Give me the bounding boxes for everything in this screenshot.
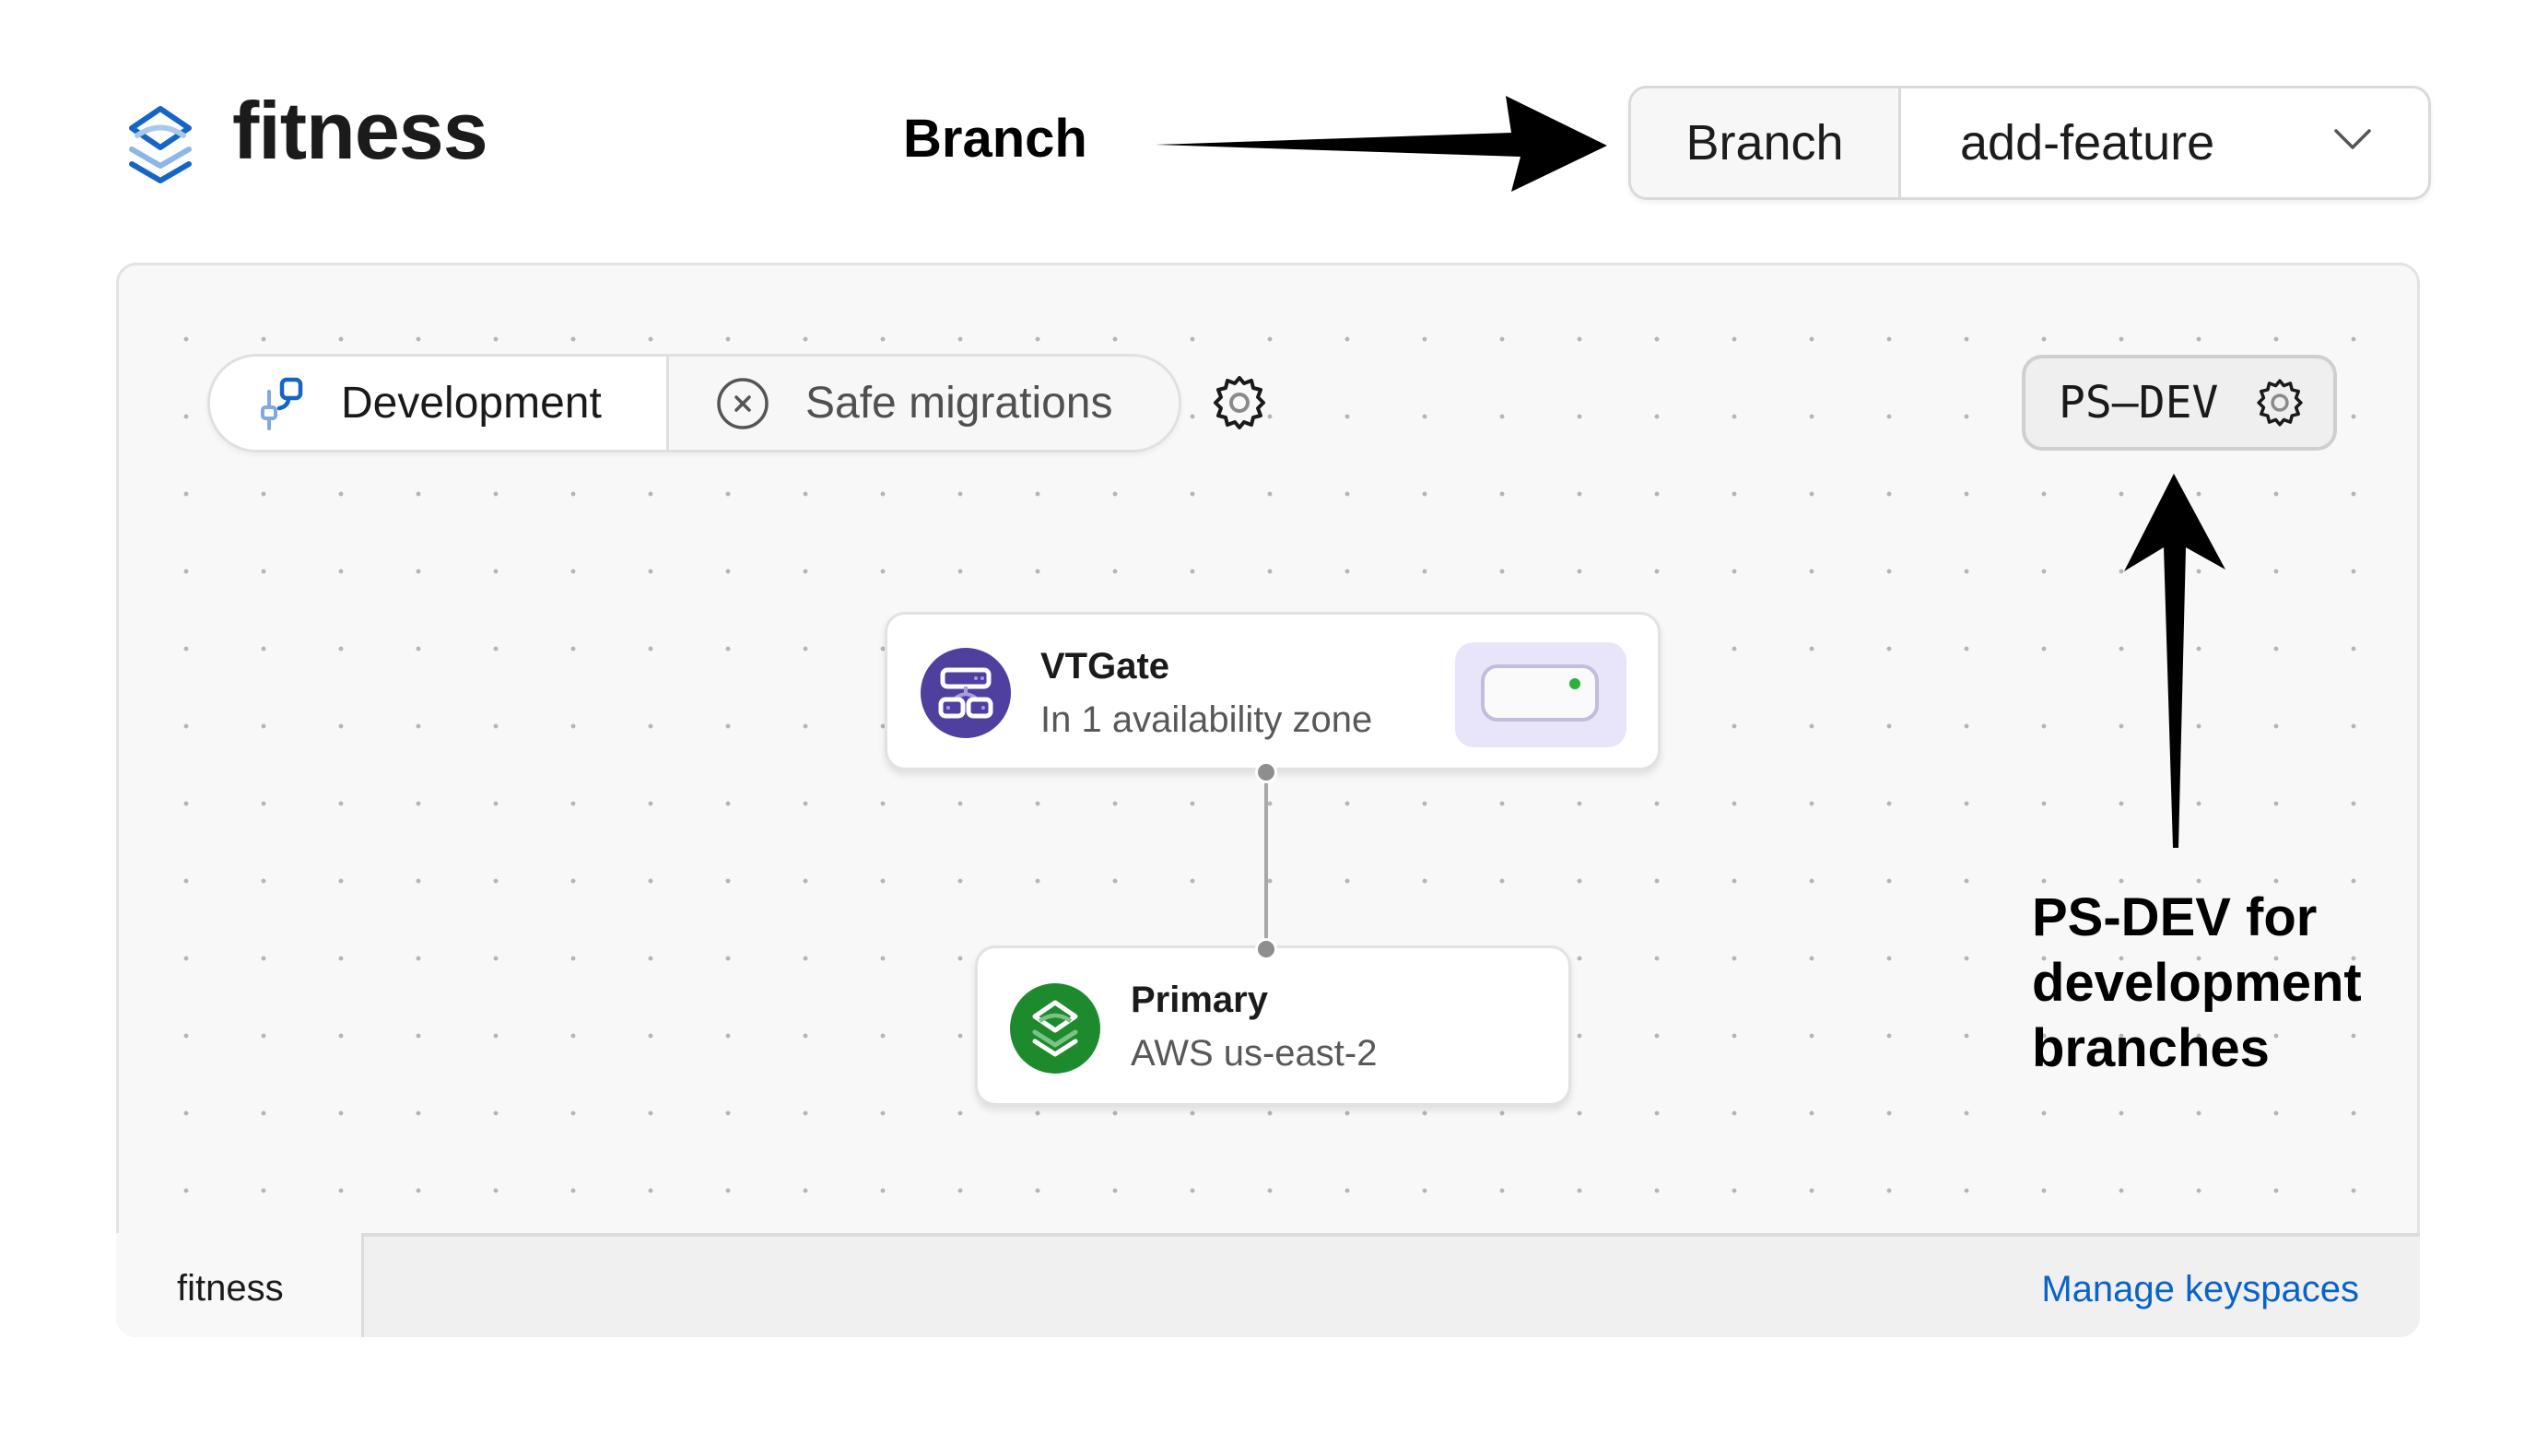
branch-icon	[261, 377, 303, 430]
mode-segmented-control: Development Safe migrations	[207, 354, 1181, 452]
branch-selector[interactable]: Branch add-feature	[1628, 86, 2431, 200]
branch-selector-label: Branch	[1631, 88, 1901, 197]
vtgate-instance[interactable]	[1455, 642, 1626, 747]
gear-icon[interactable]	[1209, 372, 1270, 433]
annotation-psdev-line: PS-DEV for	[2032, 887, 2318, 947]
manage-keyspaces-link[interactable]: Manage keyspaces	[2041, 1269, 2359, 1310]
primary-node[interactable]: Primary AWS us-east-2	[975, 945, 1571, 1106]
annotation-branch-label: Branch	[903, 109, 1087, 169]
primary-title: Primary	[1131, 980, 1268, 1020]
annotation-arrow-right-icon	[1156, 96, 1607, 192]
x-circle-icon	[717, 377, 769, 429]
keyspace-tab-label: fitness	[177, 1268, 284, 1309]
vtgate-avatar	[921, 648, 1011, 738]
tab-development-label: Development	[341, 379, 602, 428]
vtgate-topology-icon	[938, 667, 993, 719]
database-layers-icon	[1032, 1000, 1078, 1057]
primary-subtitle: AWS us-east-2	[1131, 1033, 1378, 1074]
vtgate-title: VTGate	[1040, 646, 1170, 687]
layered-stack-icon	[129, 106, 192, 183]
keyspace-tab-fitness[interactable]: fitness	[116, 1233, 361, 1337]
keyspace-tab-bar: Manage keyspaces	[361, 1233, 2420, 1337]
tab-safe-migrations-label: Safe migrations	[805, 379, 1113, 428]
vtgate-subtitle: In 1 availability zone	[1040, 699, 1373, 740]
gear-icon[interactable]	[2253, 376, 2307, 429]
vtgate-node[interactable]: VTGate In 1 availability zone	[885, 612, 1661, 770]
branch-dropdown[interactable]: add-feature	[1901, 88, 2428, 197]
keyspace-tab-strip: fitness Manage keyspaces	[116, 1233, 2420, 1337]
annotation-psdev-line: branches	[2032, 1018, 2270, 1078]
tab-development[interactable]: Development	[210, 357, 669, 450]
server-instance-icon	[1481, 664, 1599, 722]
tab-safe-migrations[interactable]: Safe migrations	[669, 357, 1179, 450]
cluster-size-label: PS–DEV	[2059, 377, 2219, 429]
annotation-psdev-line: development	[2032, 953, 2362, 1013]
annotation-psdev-note: PS-DEV for development branches	[2032, 885, 2362, 1081]
chevron-down-icon	[2334, 129, 2371, 149]
connector-handle-bottom[interactable]	[1255, 938, 1277, 960]
connector-handle-top[interactable]	[1255, 761, 1277, 783]
node-connector	[1264, 770, 1268, 947]
branch-selected-value: add-feature	[1960, 115, 2215, 170]
status-dot-icon	[1569, 678, 1580, 689]
primary-avatar	[1010, 983, 1100, 1074]
cluster-size-badge[interactable]: PS–DEV	[2022, 355, 2337, 451]
annotation-arrow-up-icon	[2124, 474, 2225, 848]
app-title: fitness	[232, 85, 488, 176]
